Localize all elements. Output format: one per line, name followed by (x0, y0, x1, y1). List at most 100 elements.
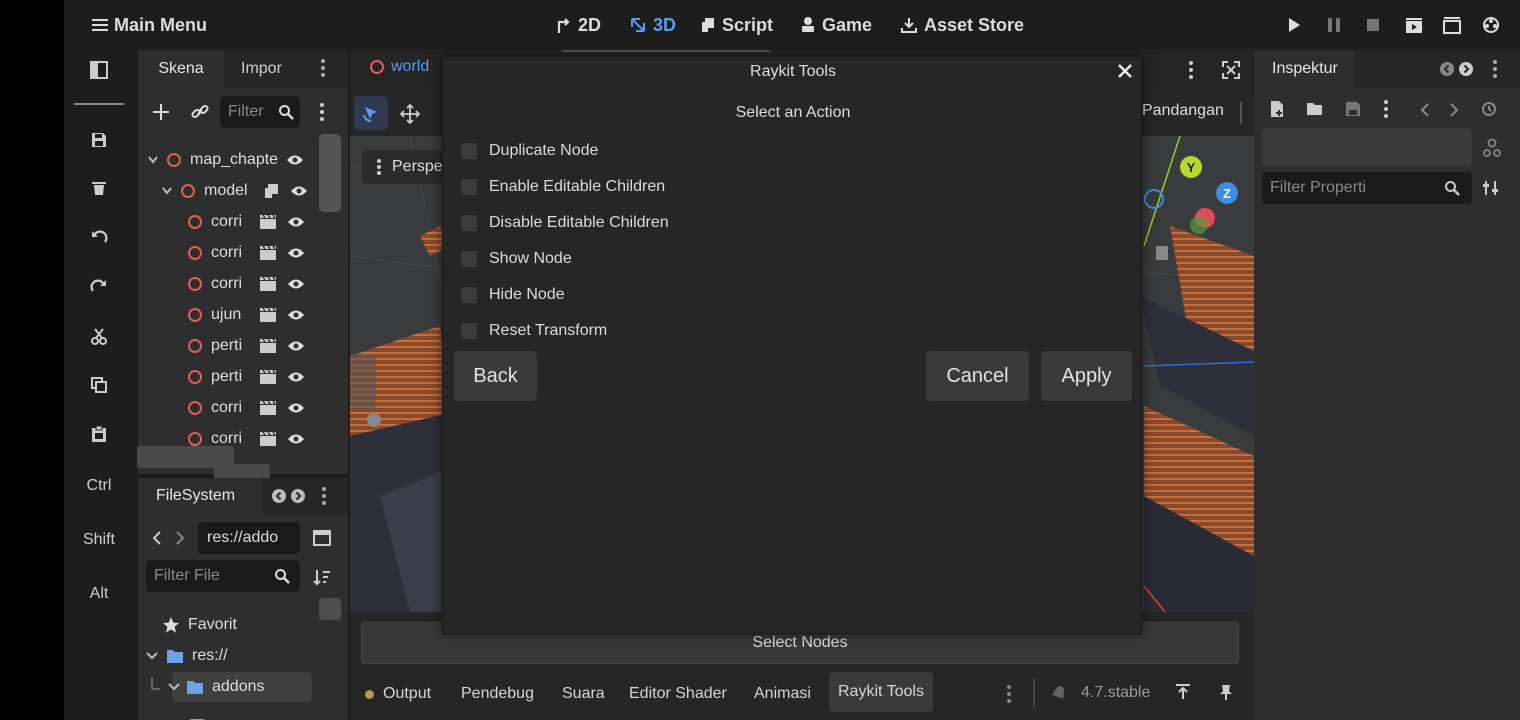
list-item-res[interactable]: res:// (146, 642, 346, 670)
cancel-button[interactable]: Cancel (926, 351, 1029, 401)
scene-filter-input[interactable]: Filter (220, 96, 300, 128)
bottom-tab[interactable]: Animasi (745, 676, 820, 712)
arrow-left-icon[interactable] (272, 489, 286, 503)
checkbox[interactable] (461, 179, 477, 195)
kebab-menu-icon[interactable] (321, 486, 327, 506)
action-option[interactable]: Show Node (461, 248, 572, 270)
new-resource-icon[interactable] (1268, 100, 1286, 118)
action-option[interactable]: Enable Editable Children (461, 176, 665, 198)
workspace-2d-button[interactable]: 2D (556, 12, 601, 38)
eye-icon[interactable] (287, 433, 305, 445)
open-scene-icon[interactable] (259, 400, 277, 416)
delete-button[interactable] (74, 168, 124, 208)
bottom-tab[interactable]: Pendebug (452, 676, 543, 712)
history-icon[interactable] (1480, 100, 1498, 118)
file-filter-input[interactable]: Filter File (146, 560, 300, 592)
move-tool-icon[interactable] (400, 104, 420, 124)
open-scene-icon[interactable] (259, 431, 277, 447)
view-menu-button[interactable]: Pandangan (1142, 102, 1224, 120)
kebab-menu-icon[interactable] (1492, 59, 1498, 79)
copy-button[interactable] (74, 365, 124, 405)
left-panel-handle[interactable] (350, 354, 376, 410)
bottom-tab[interactable]: Editor Shader (620, 676, 736, 712)
eye-icon[interactable] (286, 154, 304, 166)
select-tool-button[interactable] (354, 96, 388, 130)
alt-modifier-button[interactable]: Alt (74, 574, 124, 614)
back-button[interactable]: Back (454, 351, 537, 401)
eye-icon[interactable] (290, 185, 308, 197)
tab-world[interactable]: world (370, 58, 429, 76)
link-icon[interactable] (190, 102, 210, 122)
save-button[interactable] (74, 120, 124, 160)
scene-tree-node[interactable]: model (162, 177, 362, 205)
bottom-tab[interactable]: Raykit Tools (829, 672, 933, 712)
checkbox[interactable] (461, 215, 477, 231)
list-item-addons[interactable]: addons (150, 673, 350, 701)
ctrl-modifier-button[interactable]: Ctrl (74, 466, 124, 506)
scene-tree-node[interactable]: map_chapte (148, 146, 348, 174)
open-folder-icon[interactable] (1306, 100, 1324, 118)
arrow-right-icon[interactable] (1459, 62, 1473, 76)
play-scene-icon[interactable] (1404, 15, 1424, 35)
checkbox[interactable] (461, 251, 477, 267)
undo-button[interactable] (74, 217, 124, 257)
action-option[interactable]: Hide Node (461, 284, 565, 306)
node-tree-icon[interactable] (1482, 138, 1502, 158)
arrow-left-icon[interactable] (1440, 62, 1454, 76)
eye-icon[interactable] (287, 340, 305, 352)
workspace-game-button[interactable]: Game (800, 12, 872, 38)
bell-icon[interactable] (1050, 684, 1068, 702)
kebab-menu-icon[interactable] (320, 58, 326, 78)
close-icon[interactable] (1117, 63, 1133, 79)
play-custom-scene-icon[interactable] (1442, 15, 1462, 35)
gizmo-y-axis[interactable]: Y (1180, 156, 1202, 178)
path-input[interactable]: res://addo (198, 522, 300, 554)
tab-import[interactable]: Impor (241, 60, 282, 78)
tab-scene[interactable]: Skena (138, 50, 224, 88)
tools-icon[interactable] (1482, 179, 1500, 197)
shift-modifier-button[interactable]: Shift (74, 520, 124, 560)
gizmo-z-axis[interactable]: Z (1216, 182, 1238, 204)
eye-icon[interactable] (287, 309, 305, 321)
arrow-right-icon[interactable] (291, 489, 305, 503)
add-node-icon[interactable] (151, 102, 171, 122)
play-icon[interactable] (1286, 16, 1302, 34)
gizmo-neg-z-axis[interactable] (1144, 189, 1164, 209)
tab-inspector[interactable]: Inspektur (1254, 50, 1354, 88)
movie-maker-icon[interactable] (1481, 15, 1501, 35)
action-option[interactable]: Disable Editable Children (461, 212, 669, 234)
script-icon[interactable] (264, 183, 280, 199)
kebab-menu-icon[interactable] (1383, 99, 1389, 119)
eye-icon[interactable] (287, 402, 305, 414)
bottom-tab[interactable]: Suara (553, 676, 614, 712)
open-scene-icon[interactable] (259, 369, 277, 385)
open-scene-icon[interactable] (259, 307, 277, 323)
chevron-left-icon[interactable] (1420, 102, 1430, 118)
gizmo-neg-y-axis[interactable] (1190, 216, 1208, 234)
pause-icon[interactable] (1326, 16, 1342, 34)
open-scene-icon[interactable] (259, 338, 277, 354)
split-view-icon[interactable] (313, 530, 331, 546)
pin-top-icon[interactable] (1174, 683, 1192, 701)
kebab-menu-icon[interactable] (1006, 684, 1012, 704)
eye-icon[interactable] (287, 247, 305, 259)
cut-button[interactable] (74, 316, 124, 356)
redo-button[interactable] (74, 266, 124, 306)
pin-icon[interactable] (1217, 683, 1235, 701)
object-selector[interactable] (1262, 128, 1472, 166)
checkbox[interactable] (461, 143, 477, 159)
action-option[interactable]: Reset Transform (461, 320, 607, 342)
chevron-left-icon[interactable] (152, 530, 162, 546)
fullscreen-icon[interactable] (1222, 61, 1240, 79)
workspace-3d-button[interactable]: 3D (629, 12, 676, 38)
workspace-script-button[interactable]: Script (700, 12, 773, 38)
sort-icon[interactable] (313, 568, 331, 586)
bottom-tab[interactable]: Output (356, 676, 440, 712)
perspective-menu[interactable]: Perspe (362, 150, 443, 184)
main-menu-button[interactable]: Main Menu (92, 12, 207, 38)
open-scene-icon[interactable] (259, 276, 277, 292)
save-icon[interactable] (1344, 100, 1362, 118)
action-option[interactable]: Duplicate Node (461, 140, 598, 162)
chevron-right-icon[interactable] (1449, 102, 1459, 118)
apply-button[interactable]: Apply (1041, 351, 1132, 401)
